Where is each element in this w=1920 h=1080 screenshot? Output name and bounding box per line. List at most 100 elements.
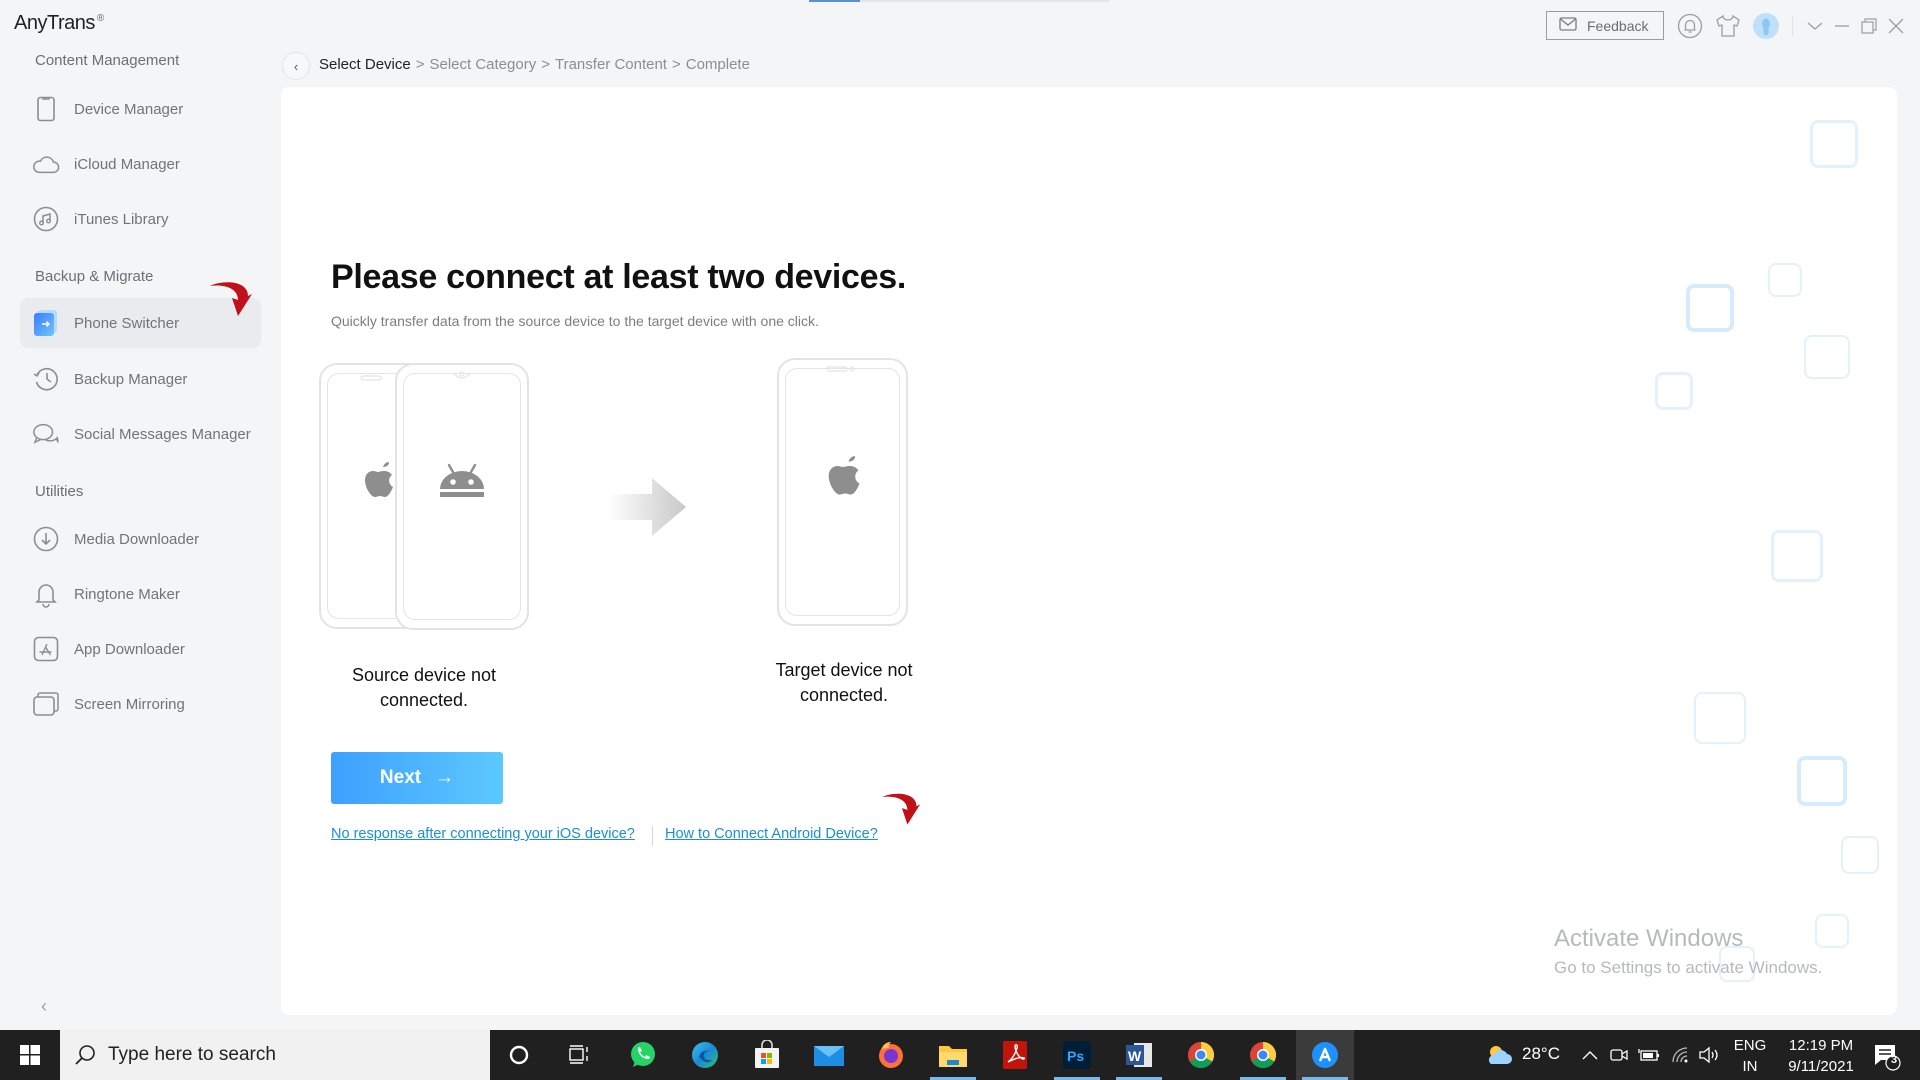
transfer-arrow-icon: [608, 478, 686, 536]
target-status-line2: connected.: [799, 685, 889, 705]
decorative-square: [1797, 756, 1847, 806]
breadcrumb-step-select-category: Select Category: [429, 56, 537, 73]
edge-icon[interactable]: [676, 1030, 734, 1080]
decorative-square: [1655, 372, 1693, 410]
sidebar: Content Management Device Manager iCloud…: [0, 40, 275, 1030]
start-button[interactable]: [0, 1030, 60, 1080]
language-indicator[interactable]: ENG IN: [1733, 1035, 1767, 1077]
weather-icon[interactable]: [1484, 1042, 1514, 1068]
apple-logo-icon: [828, 456, 860, 495]
target-status-line1: Target device not: [775, 660, 913, 680]
sidebar-item-backup-manager[interactable]: Backup Manager: [20, 354, 261, 404]
source-status-line1: Source device not: [351, 665, 497, 685]
wifi-icon[interactable]: [1669, 1042, 1693, 1068]
minimize-icon[interactable]: [1830, 12, 1854, 40]
arrow-right-icon: →: [435, 767, 455, 788]
sidebar-item-media-downloader[interactable]: Media Downloader: [20, 514, 261, 564]
photoshop-icon[interactable]: Ps: [1048, 1030, 1106, 1080]
notification-count-badge: 3: [1891, 1054, 1898, 1066]
decorative-square: [1694, 692, 1746, 744]
feedback-label: Feedback: [1587, 17, 1649, 34]
whatsapp-icon[interactable]: [614, 1030, 672, 1080]
task-view-icon[interactable]: [550, 1030, 608, 1080]
breadcrumb-separator: >: [541, 56, 550, 73]
close-icon[interactable]: [1884, 12, 1908, 40]
volume-icon[interactable]: [1697, 1042, 1721, 1068]
annotation-arrow-icon: [210, 282, 252, 316]
mail-icon: [1559, 17, 1577, 34]
connect-android-link[interactable]: How to Connect Android Device?: [665, 826, 878, 842]
apple-logo-icon: [365, 462, 393, 497]
taskbar-search-input[interactable]: Type here to search: [60, 1030, 490, 1080]
mail-app-icon[interactable]: [800, 1030, 858, 1080]
sidebar-item-label: Ringtone Maker: [74, 585, 180, 603]
sidebar-item-ringtone-maker[interactable]: Ringtone Maker: [20, 569, 261, 619]
header-divider: [1792, 16, 1793, 36]
android-logo-icon: [440, 463, 484, 497]
source-android-frame: [395, 363, 529, 630]
trademark-symbol: ®: [96, 13, 104, 25]
chrome-icon[interactable]: [1172, 1030, 1230, 1080]
annotation-arrow-icon: [881, 793, 921, 825]
phone-switcher-icon: [32, 309, 60, 337]
sidebar-item-device-manager[interactable]: Device Manager: [20, 84, 261, 134]
chevron-down-icon[interactable]: [1803, 12, 1827, 40]
link-divider: [652, 826, 653, 846]
breadcrumb-separator: >: [415, 56, 425, 73]
clock[interactable]: 12:19 PM 9/11/2021: [1774, 1035, 1868, 1077]
svg-text:W: W: [1128, 1048, 1142, 1064]
sidebar-item-label: App Downloader: [74, 640, 185, 658]
chrome-icon-2[interactable]: [1234, 1030, 1292, 1080]
decorative-square: [1810, 120, 1858, 168]
sidebar-item-label: iCloud Manager: [74, 155, 180, 173]
cortana-icon[interactable]: [490, 1030, 548, 1080]
back-button[interactable]: ‹: [282, 52, 310, 80]
next-button[interactable]: Next →: [331, 752, 503, 804]
decorative-square: [1686, 284, 1734, 332]
target-device-status: Target device not connected.: [744, 658, 944, 708]
ios-no-response-link[interactable]: No response after connecting your iOS de…: [331, 826, 635, 842]
collapse-sidebar-button[interactable]: ‹: [34, 994, 54, 1018]
microsoft-store-icon[interactable]: [738, 1030, 796, 1080]
meet-now-icon[interactable]: [1607, 1042, 1631, 1068]
breadcrumb-step-transfer-content: Transfer Content: [554, 56, 667, 73]
sidebar-item-label: iTunes Library: [74, 210, 169, 228]
source-device-status: Source device not connected.: [324, 663, 524, 713]
sidebar-item-screen-mirroring[interactable]: Screen Mirroring: [20, 679, 261, 729]
chat-bubbles-icon: [32, 420, 60, 448]
clock-time: 12:19 PM: [1788, 1037, 1854, 1054]
page-title: Please connect at least two devices.: [331, 258, 907, 296]
section-title-utilities: Utilities: [35, 483, 84, 500]
file-explorer-icon[interactable]: [924, 1030, 982, 1080]
history-clock-icon: [32, 365, 60, 393]
acrobat-icon[interactable]: [986, 1030, 1044, 1080]
user-avatar-icon[interactable]: [1752, 12, 1780, 40]
weather-temperature[interactable]: 28°C: [1522, 1044, 1560, 1064]
sidebar-item-social-messages-manager[interactable]: Social Messages Manager: [20, 409, 261, 459]
anytrans-taskbar-icon[interactable]: [1296, 1030, 1354, 1080]
breadcrumb-step-complete: Complete: [685, 56, 750, 73]
word-icon[interactable]: W: [1110, 1030, 1168, 1080]
sidebar-item-label: Social Messages Manager: [74, 425, 251, 443]
music-note-icon: [32, 205, 60, 233]
sidebar-item-label: Media Downloader: [74, 530, 200, 548]
decorative-square: [1841, 836, 1879, 874]
skin-shirt-icon[interactable]: [1714, 12, 1742, 40]
action-center-icon[interactable]: 3: [1870, 1040, 1904, 1074]
notification-bell-icon[interactable]: [1676, 12, 1704, 40]
page-subtitle: Quickly transfer data from the source de…: [331, 313, 819, 329]
chevron-up-icon[interactable]: [1578, 1042, 1602, 1068]
restore-icon[interactable]: [1857, 12, 1881, 40]
battery-icon[interactable]: [1637, 1042, 1661, 1068]
firefox-icon[interactable]: [862, 1030, 920, 1080]
feedback-button[interactable]: Feedback: [1546, 11, 1664, 40]
sidebar-item-itunes-library[interactable]: iTunes Library: [20, 194, 261, 244]
sidebar-item-app-downloader[interactable]: App Downloader: [20, 624, 261, 674]
top-progress-strip: [809, 0, 1109, 2]
region-code: IN: [1742, 1058, 1758, 1075]
decorative-square: [1815, 914, 1849, 948]
target-iphone-frame: [777, 358, 908, 626]
section-title-backup-migrate: Backup & Migrate: [35, 268, 154, 285]
breadcrumb-step-select-device: Select Device: [319, 56, 411, 73]
sidebar-item-icloud-manager[interactable]: iCloud Manager: [20, 139, 261, 189]
